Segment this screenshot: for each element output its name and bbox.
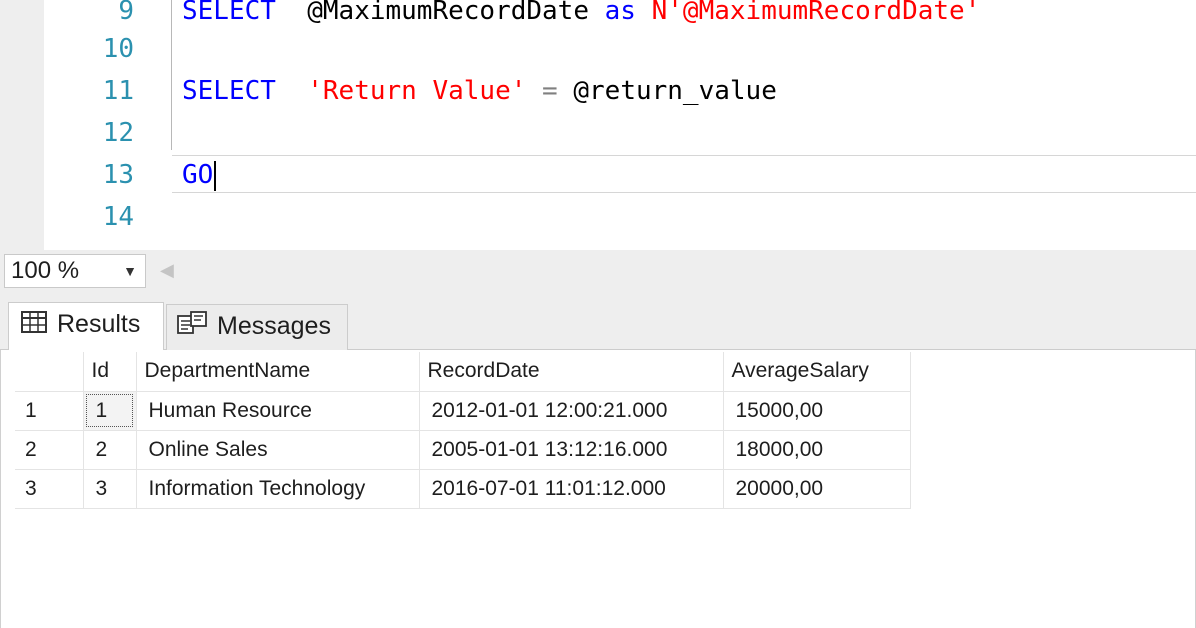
- arrow-left-icon[interactable]: ◀: [160, 260, 174, 281]
- cell-id[interactable]: 1: [83, 391, 137, 431]
- line-number: 13: [102, 160, 134, 190]
- row-number[interactable]: 2: [15, 430, 84, 470]
- tab-messages[interactable]: Messages: [166, 304, 348, 350]
- sql-keyword: SELECT: [182, 76, 276, 106]
- sql-token: @MaximumRecordDate: [275, 0, 605, 26]
- grid-corner-header[interactable]: [15, 352, 84, 392]
- grid-header-row: Id DepartmentName RecordDate AverageSala…: [15, 352, 911, 392]
- outline-margin-line: [171, 0, 172, 150]
- cell-recorddate[interactable]: 2016-07-01 11:01:12.000: [419, 469, 724, 509]
- current-line-highlight-top: [172, 155, 1196, 156]
- cell-departmentname[interactable]: Human Resource: [136, 391, 420, 431]
- sql-keyword: GO: [182, 160, 214, 190]
- cell-id[interactable]: 3: [83, 469, 137, 509]
- grid-icon: [21, 304, 47, 346]
- query-editor[interactable]: 9 SELECT @MaximumRecordDate as N'@Maximum…: [0, 0, 1196, 250]
- line-number: 10: [102, 34, 134, 64]
- column-header-recorddate[interactable]: RecordDate: [419, 352, 724, 392]
- cell-recorddate[interactable]: 2005-01-01 13:12:16.000: [419, 430, 724, 470]
- row-number[interactable]: 1: [15, 391, 84, 431]
- results-grid[interactable]: Id DepartmentName RecordDate AverageSala…: [15, 352, 911, 509]
- tab-messages-label: Messages: [217, 312, 331, 340]
- column-header-id[interactable]: Id: [83, 352, 137, 392]
- line-number: 14: [102, 202, 134, 232]
- results-tab-bar: Results Messages: [0, 294, 1196, 350]
- column-header-departmentname[interactable]: DepartmentName: [136, 352, 420, 392]
- cell-averagesalary[interactable]: 20000,00: [723, 469, 911, 509]
- cell-id[interactable]: 2: [83, 430, 137, 470]
- table-row: 2 2 Online Sales 2005-01-01 13:12:16.000…: [15, 430, 911, 470]
- sql-token: =: [526, 76, 574, 106]
- current-line-highlight-bottom: [172, 192, 1196, 193]
- line-number: 12: [102, 118, 134, 148]
- editor-indicator-margin: [0, 0, 44, 250]
- tab-results[interactable]: Results: [8, 302, 164, 350]
- table-row: 3 3 Information Technology 2016-07-01 11…: [15, 469, 911, 509]
- zoom-value: 100 %: [11, 257, 80, 284]
- sql-string: 'Return Value': [307, 76, 527, 106]
- code-text[interactable]: SELECT @MaximumRecordDate as N'@MaximumR…: [182, 0, 980, 32]
- line-number: 11: [102, 76, 134, 106]
- cell-departmentname[interactable]: Online Sales: [136, 430, 420, 470]
- tab-results-label: Results: [57, 310, 141, 338]
- cell-averagesalary[interactable]: 15000,00: [723, 391, 911, 431]
- sql-keyword: as: [604, 0, 636, 26]
- zoom-dropdown[interactable]: 100 % ▼: [4, 254, 146, 288]
- messages-icon: [177, 306, 207, 348]
- chevron-down-icon[interactable]: ▼: [123, 255, 137, 287]
- cell-averagesalary[interactable]: 18000,00: [723, 430, 911, 470]
- code-text[interactable]: SELECT 'Return Value' = @return_value: [182, 70, 777, 112]
- column-header-averagesalary[interactable]: AverageSalary: [723, 352, 911, 392]
- cell-departmentname[interactable]: Information Technology: [136, 469, 420, 509]
- code-text[interactable]: GO: [182, 154, 217, 196]
- sql-token: @return_value: [573, 76, 777, 106]
- row-number[interactable]: 3: [15, 469, 84, 509]
- zoom-bar: 100 % ▼ ◀: [0, 250, 1196, 294]
- cell-recorddate[interactable]: 2012-01-01 12:00:21.000: [419, 391, 724, 431]
- sql-keyword: SELECT: [182, 0, 276, 26]
- results-grid-area: Id DepartmentName RecordDate AverageSala…: [0, 350, 1196, 628]
- table-row: 1 1 Human Resource 2012-01-01 12:00:21.0…: [15, 391, 911, 431]
- text-caret: [214, 160, 217, 191]
- sql-string: N'@MaximumRecordDate': [635, 0, 981, 26]
